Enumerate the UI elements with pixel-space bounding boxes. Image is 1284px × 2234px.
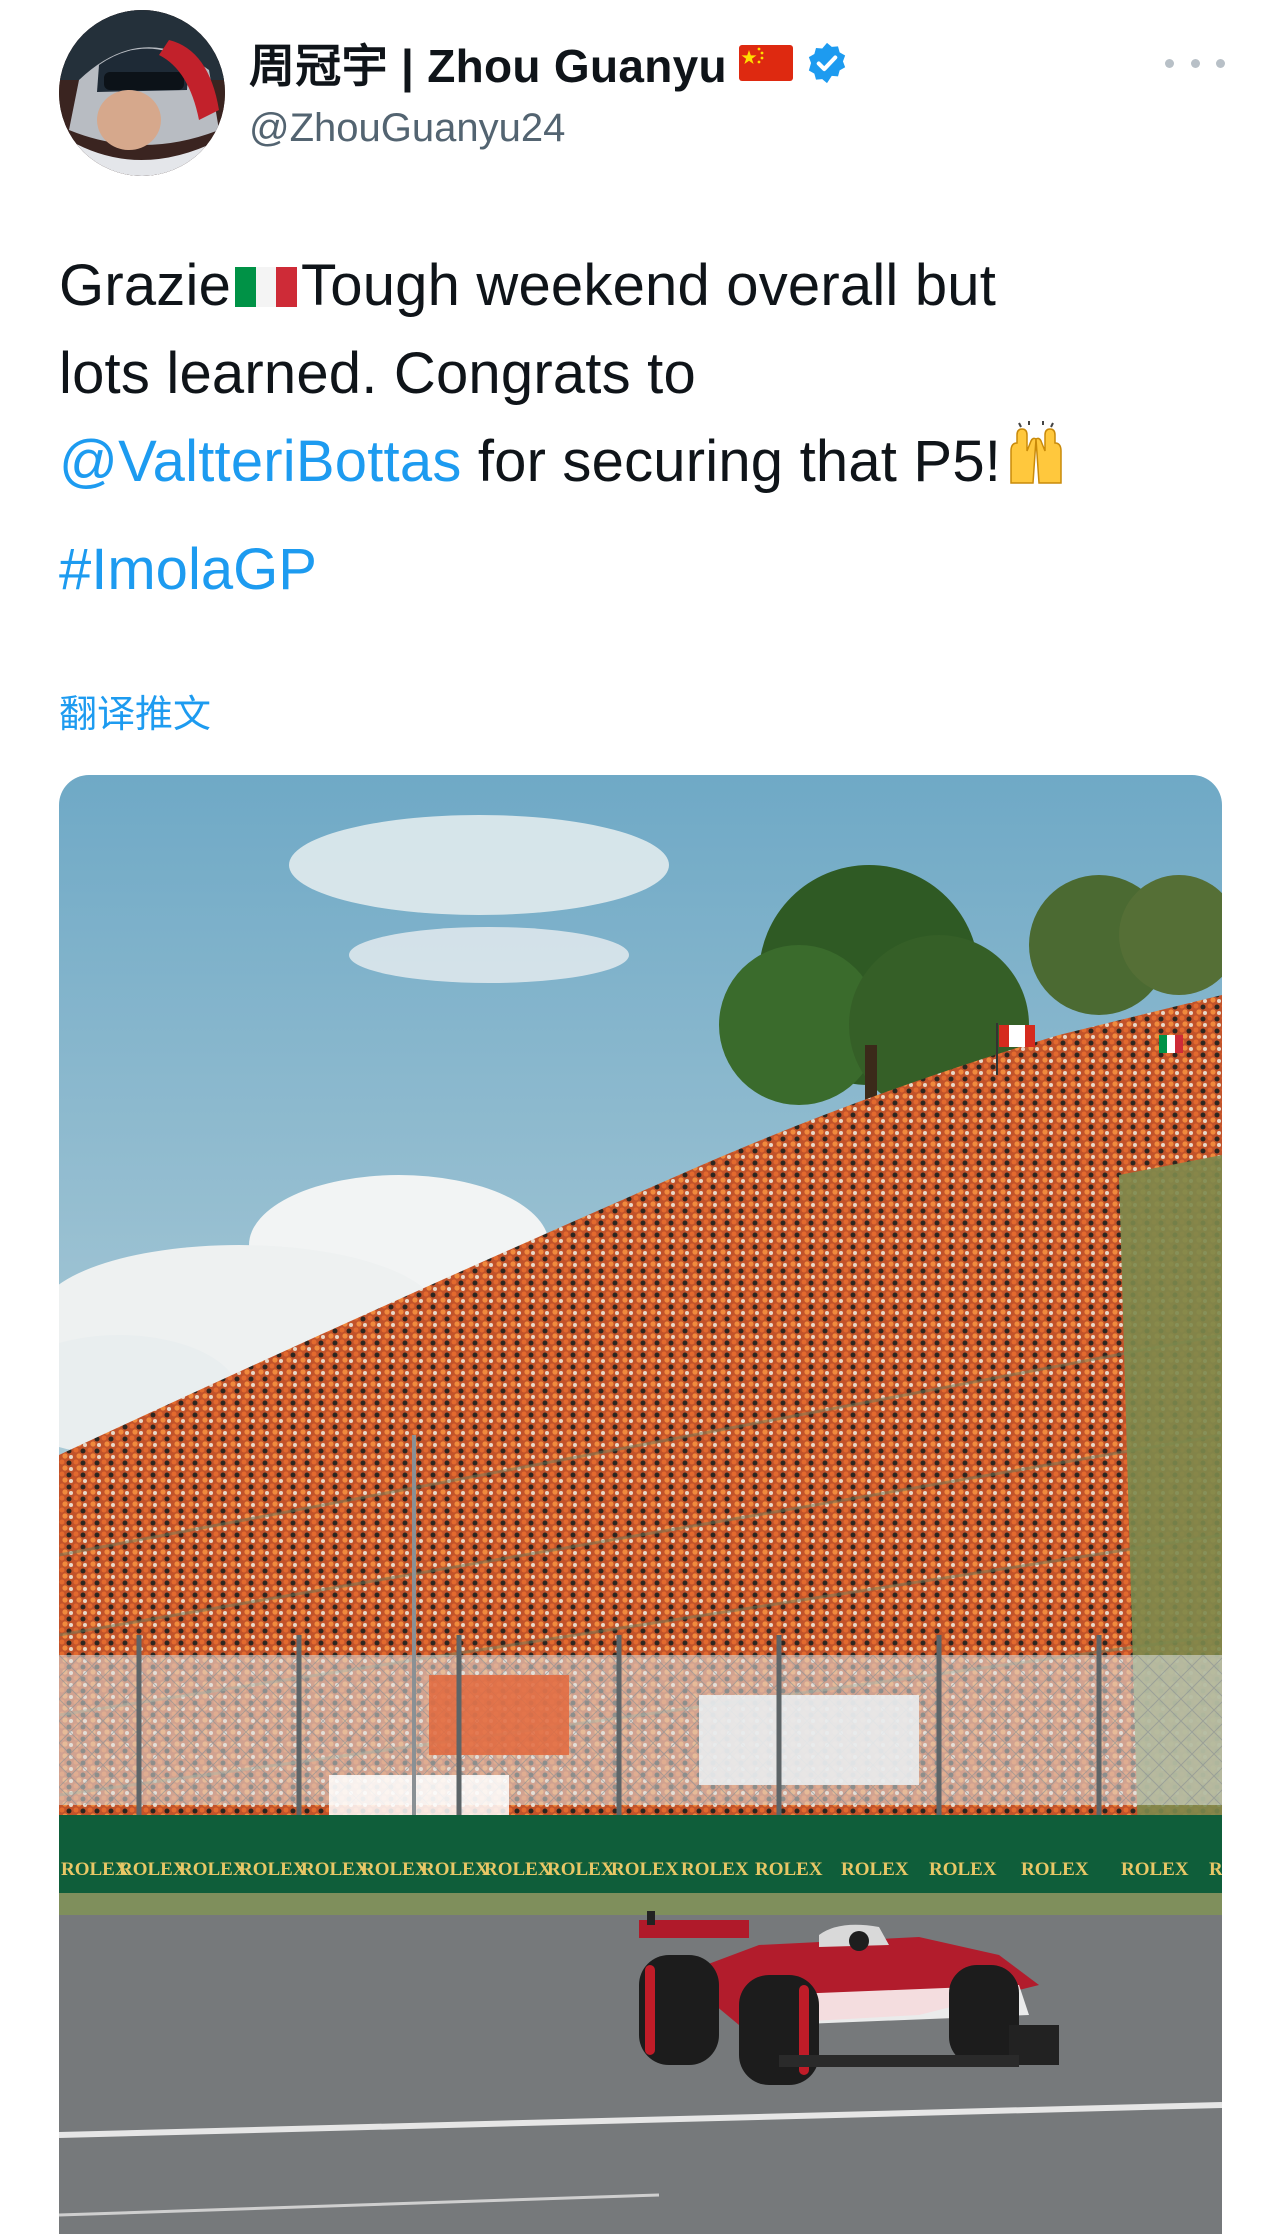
- tweet-text-part: for securing that P5!: [461, 429, 1002, 494]
- svg-text:ROLEX: ROLEX: [1021, 1859, 1089, 1880]
- mention-link[interactable]: @ValtteriBottas: [59, 429, 462, 494]
- svg-text:ROLEX: ROLEX: [361, 1859, 429, 1880]
- svg-text:ROLEX: ROLEX: [119, 1859, 187, 1880]
- svg-text:ROLEX: ROLEX: [929, 1859, 997, 1880]
- translate-tweet-link[interactable]: 翻译推文: [59, 683, 211, 738]
- svg-text:ROLEX: ROLEX: [681, 1859, 749, 1880]
- tweet-photo[interactable]: ROLEX ROLEX ROLEX ROLEX ROLEX ROLEX ROLEX RO…: [59, 775, 1222, 2234]
- hashtag-link[interactable]: #ImolaGP: [59, 530, 317, 610]
- tweet-text: Grazie Tough weekend overall but lots lea…: [59, 242, 1239, 506]
- author-name-row: 周冠宇 | Zhou Guanyu: [249, 30, 849, 96]
- more-dot-icon: [1216, 58, 1225, 68]
- tweet-page: 周冠宇 | Zhou Guanyu @ZhouGuanyu24 Grazie To…: [0, 0, 1284, 2234]
- svg-text:ROLEX: ROLEX: [1121, 1859, 1189, 1880]
- flag-italy-icon: [235, 267, 298, 307]
- svg-text:ROLEX: ROLEX: [484, 1859, 552, 1880]
- svg-text:ROLEX: ROLEX: [421, 1859, 489, 1880]
- svg-text:ROLEX: ROLEX: [301, 1859, 369, 1880]
- flag-china-icon: [738, 45, 793, 81]
- svg-text:ROLEX: ROLEX: [841, 1859, 909, 1880]
- tweet-header: 周冠宇 | Zhou Guanyu @ZhouGuanyu24: [59, 10, 1225, 180]
- svg-text:ROLEX: ROLEX: [611, 1859, 679, 1880]
- race-photo-image: ROLEXROLEX ROLEXROLEX ROLEXROLEX ROLEXRO…: [59, 775, 1222, 2234]
- more-options-button[interactable]: [1165, 48, 1225, 78]
- svg-text:RO: RO: [1209, 1859, 1222, 1880]
- more-dot-icon: [1190, 58, 1200, 68]
- tweet-line-3: @ValtteriBottas for securing that P5!: [59, 418, 1239, 506]
- avatar-image: [59, 10, 225, 176]
- raising-hands-emoji-icon: [1010, 421, 1062, 484]
- author-avatar[interactable]: [59, 10, 225, 176]
- tweet-line-1: Grazie Tough weekend overall but: [59, 242, 1239, 330]
- svg-text:ROLEX: ROLEX: [547, 1859, 615, 1880]
- svg-text:ROLEX: ROLEX: [239, 1859, 307, 1880]
- more-dot-icon: [1165, 58, 1174, 68]
- tweet-text-grazie: Grazie: [59, 253, 232, 318]
- verified-badge-icon: [808, 42, 846, 84]
- svg-text:ROLEX: ROLEX: [179, 1859, 247, 1880]
- tweet-text-part: Tough weekend overall but: [301, 253, 997, 318]
- author-handle[interactable]: @ZhouGuanyu24: [249, 106, 565, 151]
- tweet-line-2: lots learned. Congrats to: [59, 341, 696, 406]
- svg-text:ROLEX: ROLEX: [755, 1859, 823, 1880]
- author-display-name[interactable]: 周冠宇 | Zhou Guanyu: [249, 30, 727, 96]
